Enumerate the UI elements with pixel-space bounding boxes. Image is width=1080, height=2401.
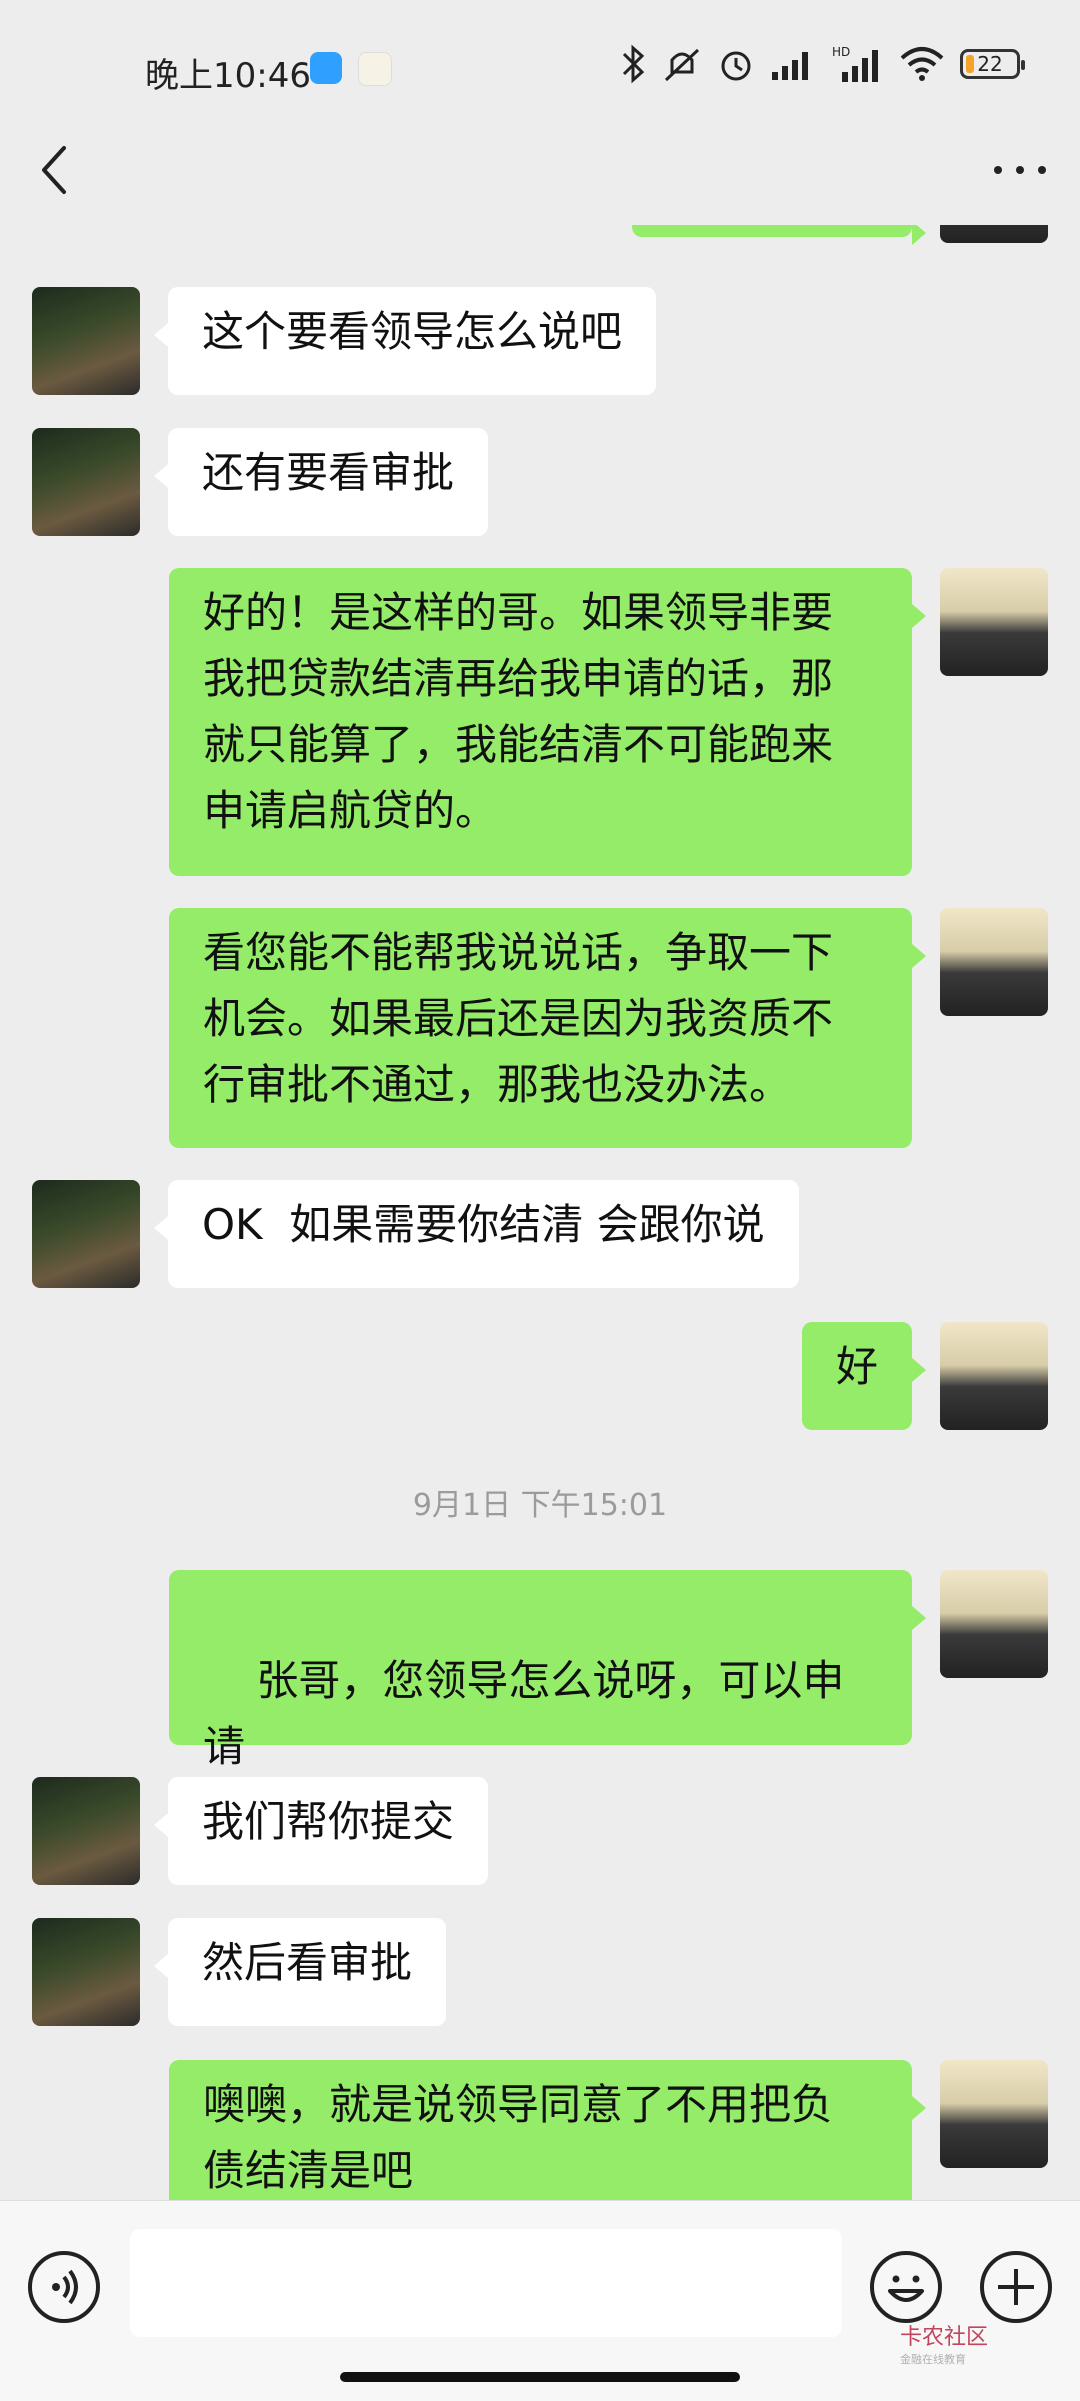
contact-avatar[interactable] (32, 428, 140, 536)
alarm-icon (721, 51, 751, 81)
more-options-icon[interactable] (990, 155, 1050, 185)
message-bubble-other[interactable]: 我们帮你提交 (153, 1777, 489, 1885)
message-bubble-other[interactable]: OK 如果需要你结清 会跟你说 (154, 1180, 799, 1288)
plus-icon (998, 2269, 1034, 2305)
self-avatar[interactable] (940, 2060, 1048, 2168)
watermark-logo: 卡农社区 金融在线教育 (900, 2319, 988, 2367)
contact-avatar[interactable] (32, 1777, 140, 1885)
wifi-icon (900, 47, 944, 81)
message-timestamp: 9月1日 下午15:01 (412, 1488, 668, 1523)
watermark-subtitle: 金融在线教育 (900, 2353, 966, 2366)
message-bubble-other[interactable]: 还有要看审批 (153, 428, 489, 536)
message-text-input[interactable] (130, 2229, 842, 2337)
status-icons: HD 22 (618, 44, 1025, 84)
message-bubble-self[interactable]: 噢噢，就是说领导同意了不用把负 债结清是吧 (169, 2060, 926, 2200)
status-time: 晚上10:46 (145, 56, 311, 96)
status-bar: 晚上10:46 HD 22 (0, 0, 1080, 140)
self-avatar[interactable] (940, 225, 1048, 243)
contact-avatar[interactable] (32, 1180, 140, 1288)
emoji-button[interactable] (870, 2251, 942, 2323)
self-avatar[interactable] (940, 1570, 1048, 1678)
contact-avatar[interactable] (32, 1918, 140, 2026)
smiley-icon (888, 2275, 924, 2302)
battery-level: 22 (977, 52, 1003, 76)
battery-icon: 22 (960, 49, 1025, 79)
bluetooth-icon (622, 44, 645, 84)
watermark-title: 卡农社区 (900, 2325, 989, 2350)
message-bubble-partial[interactable] (632, 225, 926, 245)
self-avatar[interactable] (940, 568, 1048, 676)
svg-text:HD: HD (832, 45, 850, 59)
home-indicator[interactable] (340, 2372, 740, 2382)
weather-app-icon (310, 52, 342, 84)
message-bubble-self[interactable]: 看您能不能帮我说说话，争取一下 机会。如果最后还是因为我资质不 行审批不通过，那… (169, 908, 926, 1148)
voice-icon (52, 2269, 78, 2305)
message-bubble-self[interactable]: 张哥，您领导怎么说呀，可以申请 吗 (169, 1570, 926, 1844)
message-bubble-self[interactable]: 好的！是这样的哥。如果领导非要 我把贷款结清再给我申请的话，那 就只能算了，我能… (169, 568, 926, 876)
chat-message-list[interactable]: 这个要看领导怎么说吧 还有要看审批 好的！是这样的哥。如果领导非要 我把贷款结清… (0, 225, 1080, 2200)
signal-icon (772, 52, 808, 80)
more-functions-button[interactable] (980, 2251, 1052, 2323)
message-input-bar: 卡农社区 金融在线教育 (0, 2200, 1080, 2401)
message-bubble-other[interactable]: 然后看审批 (153, 1918, 447, 2026)
signal-hd-icon: HD (832, 45, 878, 82)
contact-avatar[interactable] (32, 287, 140, 395)
back-arrow-icon[interactable] (30, 140, 80, 200)
self-avatar[interactable] (940, 1322, 1048, 1430)
message-bubble-self[interactable]: 好 (801, 1322, 927, 1430)
bee-app-icon (358, 52, 392, 86)
self-avatar[interactable] (940, 908, 1048, 1016)
voice-input-button[interactable] (28, 2251, 100, 2323)
mute-icon (664, 48, 700, 82)
message-bubble-other[interactable]: 这个要看领导怎么说吧 (153, 287, 657, 395)
